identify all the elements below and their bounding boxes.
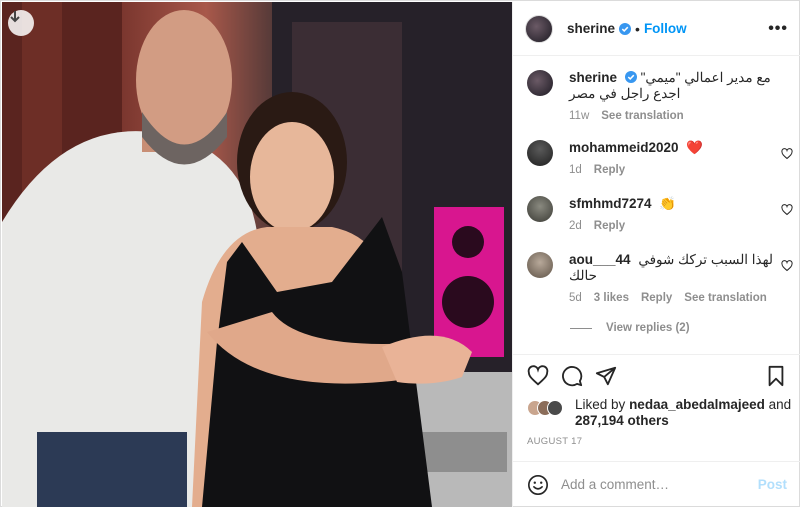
reply-button[interactable]: Reply <box>594 220 625 232</box>
list-item: mohammeid2020 ❤️ 1d Reply <box>527 140 793 176</box>
comment-text: ❤️ <box>686 140 704 155</box>
view-replies-button[interactable]: View replies (2) <box>570 322 690 334</box>
comment-time: 1d <box>569 164 582 176</box>
liked-by-and: and <box>768 397 792 412</box>
bookmark-icon[interactable] <box>765 365 787 387</box>
action-bar <box>513 354 800 396</box>
comment-bubble-icon[interactable] <box>561 365 583 387</box>
caption: sherine مع مدير اعمالي "ميمي" اجدع راجل … <box>527 70 793 122</box>
view-replies-label: View replies (2) <box>606 322 690 334</box>
comments-list: sherine مع مدير اعمالي "ميمي" اجدع راجل … <box>513 56 800 353</box>
verified-badge-icon <box>624 71 637 83</box>
avatar[interactable] <box>527 196 553 222</box>
comment-time: 2d <box>569 220 582 232</box>
verified-badge-icon <box>619 22 632 35</box>
divider <box>570 327 592 329</box>
comment-username[interactable]: aou___44 <box>569 252 631 267</box>
likes-count[interactable]: 287,194 others <box>575 413 669 428</box>
like-heart-icon[interactable] <box>781 204 793 216</box>
avatar[interactable] <box>525 14 553 43</box>
liked-by-prefix: Liked by <box>575 397 626 412</box>
caption-time: 11w <box>569 110 590 122</box>
post-photo[interactable] <box>2 2 512 507</box>
list-item: sfmhmd7274 👏 2d Reply <box>527 196 793 232</box>
comment-username[interactable]: mohammeid2020 <box>569 140 679 155</box>
like-heart-icon[interactable] <box>527 365 549 387</box>
liked-by-avatars <box>527 400 563 416</box>
post-button[interactable]: Post <box>758 477 787 492</box>
avatar[interactable] <box>527 252 553 278</box>
add-comment-bar: Post <box>513 461 800 507</box>
list-item: aou___44 لهذا السبب تركك شوفي حالك 5d 3 … <box>527 252 793 304</box>
post-modal: sherine • Follow ••• sherine مع مدير اعم… <box>0 0 800 507</box>
comment-username[interactable]: sfmhmd7274 <box>569 196 652 211</box>
share-send-icon[interactable] <box>595 365 617 387</box>
like-heart-icon[interactable] <box>781 260 793 272</box>
photo-illustration <box>2 2 512 507</box>
arrow-down-icon <box>10 11 20 23</box>
comment-time: 5d <box>569 292 582 304</box>
comment-input[interactable] <box>561 477 758 492</box>
download-badge[interactable] <box>8 10 34 36</box>
like-heart-icon[interactable] <box>781 148 793 160</box>
reply-button[interactable]: Reply <box>594 164 625 176</box>
separator-dot: • <box>635 20 640 37</box>
post-side-panel: sherine • Follow ••• sherine مع مدير اعم… <box>512 2 800 507</box>
likes-summary: Liked by nedaa_abedalmajeed and 287,194 … <box>527 397 793 429</box>
avatar[interactable] <box>527 140 553 166</box>
post-date[interactable]: AUGUST 17 <box>527 436 582 447</box>
follow-button[interactable]: Follow <box>644 21 687 36</box>
caption-username[interactable]: sherine <box>569 70 617 85</box>
more-options-icon[interactable]: ••• <box>768 20 788 38</box>
post-username[interactable]: sherine <box>567 21 615 36</box>
see-translation-link[interactable]: See translation <box>601 110 683 122</box>
reply-button[interactable]: Reply <box>641 292 672 304</box>
avatar[interactable] <box>527 70 553 96</box>
emoji-icon[interactable] <box>527 474 549 496</box>
see-translation-link[interactable]: See translation <box>684 292 766 304</box>
liked-by-user[interactable]: nedaa_abedalmajeed <box>629 397 765 412</box>
likes-count[interactable]: 3 likes <box>594 292 629 304</box>
comment-text: 👏 <box>659 196 677 211</box>
post-header: sherine • Follow ••• <box>513 2 800 56</box>
avatar[interactable] <box>547 400 563 416</box>
